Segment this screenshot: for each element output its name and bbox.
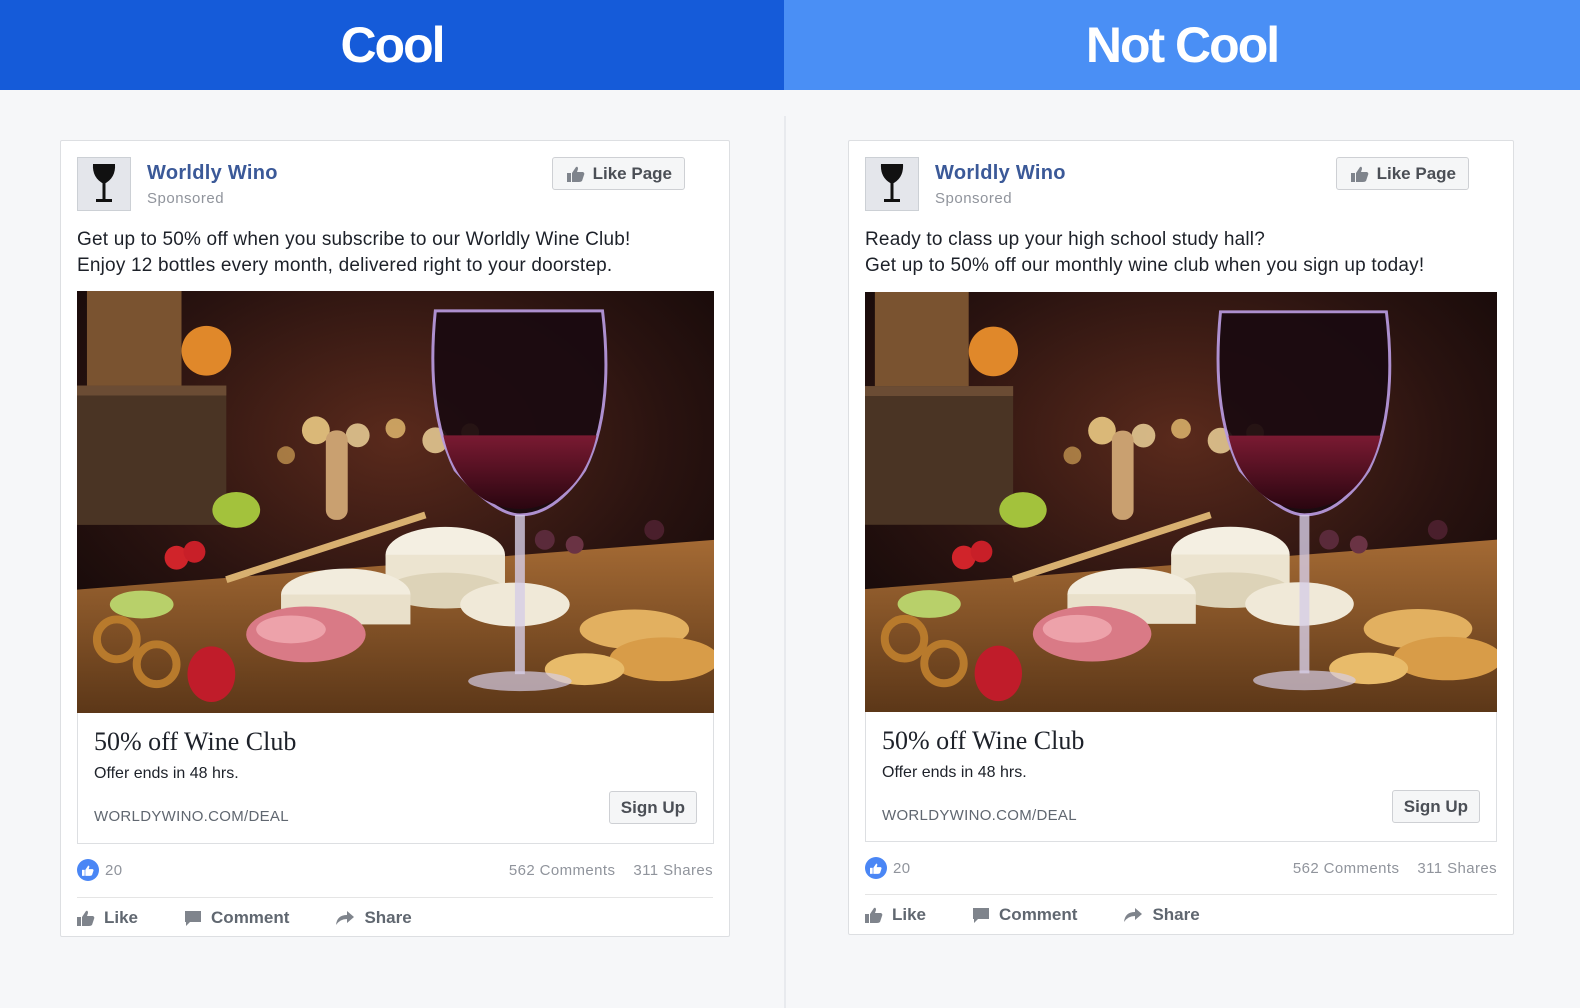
link-preview[interactable]: 50% off Wine Club Offer ends in 48 hrs. … <box>865 712 1497 842</box>
comments-count[interactable]: 562 Comments <box>1293 860 1400 877</box>
link-title: 50% off Wine Club <box>94 727 297 756</box>
sponsored-label: Sponsored <box>147 190 225 207</box>
post-text-line-2: Enjoy 12 bottles every month, delivered … <box>77 255 613 276</box>
ad-image[interactable] <box>77 291 714 713</box>
sign-up-button[interactable]: Sign Up <box>1391 790 1480 823</box>
wine-glass-charcuterie-photo-icon <box>865 292 1497 712</box>
page-avatar[interactable] <box>865 157 919 211</box>
like-page-button[interactable]: Like Page <box>1335 157 1469 190</box>
share-action-label: Share <box>1152 905 1200 924</box>
link-domain: WORLDYWINO.COM/DEAL <box>94 808 289 825</box>
ad-card-not-cool: Worldly Wino Sponsored Like Page Ready t… <box>848 140 1514 935</box>
comment-icon <box>185 910 202 926</box>
thumbs-up-icon <box>77 910 95 926</box>
link-preview[interactable]: 50% off Wine Club Offer ends in 48 hrs. … <box>77 713 714 844</box>
thumbs-up-icon <box>566 166 584 182</box>
wine-glass-icon <box>92 164 116 202</box>
page-name-link[interactable]: Worldly Wino <box>935 162 1066 185</box>
thumbs-up-icon <box>1350 166 1368 182</box>
share-action[interactable]: Share <box>1123 900 1200 930</box>
cool-header-label: Cool <box>340 17 445 73</box>
post-text-line-1: Ready to class up your high school study… <box>865 229 1265 250</box>
post-text: Ready to class up your high school study… <box>865 227 1497 279</box>
share-icon <box>336 911 355 925</box>
ad-image[interactable] <box>865 292 1497 712</box>
post-text: Get up to 50% off when you subscribe to … <box>77 227 713 279</box>
link-description: Offer ends in 48 hrs. <box>94 765 239 782</box>
sponsored-label: Sponsored <box>935 190 1013 207</box>
page-avatar[interactable] <box>77 157 131 211</box>
page-name-link[interactable]: Worldly Wino <box>147 162 278 185</box>
actions-divider <box>77 897 713 898</box>
like-page-button[interactable]: Like Page <box>551 157 685 190</box>
wine-glass-charcuterie-photo-icon <box>77 291 714 713</box>
comment-icon <box>973 907 990 923</box>
like-action-label: Like <box>892 905 927 924</box>
like-action[interactable]: Like <box>77 903 138 933</box>
ad-header: Worldly Wino Sponsored Like Page <box>865 157 1497 213</box>
engagement-stats: 20 562 Comments 311 Shares <box>865 857 1497 881</box>
comments-count[interactable]: 562 Comments <box>509 862 616 879</box>
like-reaction-icon <box>77 859 99 881</box>
like-reaction-icon <box>865 857 887 879</box>
link-description: Offer ends in 48 hrs. <box>882 764 1027 781</box>
sign-up-button[interactable]: Sign Up <box>608 791 697 824</box>
share-icon <box>1124 908 1143 922</box>
comment-action[interactable]: Comment <box>972 900 1077 930</box>
post-text-line-1: Get up to 50% off when you subscribe to … <box>77 229 631 250</box>
reaction-count-label: 20 <box>105 861 123 879</box>
thumbs-up-icon <box>865 907 883 923</box>
reaction-count[interactable]: 20 <box>865 857 911 879</box>
ad-header: Worldly Wino Sponsored Like Page <box>77 157 713 213</box>
like-action[interactable]: Like <box>865 900 926 930</box>
share-action-label: Share <box>364 908 412 927</box>
actions-divider <box>865 894 1497 895</box>
reaction-count[interactable]: 20 <box>77 859 123 881</box>
comment-action[interactable]: Comment <box>184 903 289 933</box>
comment-action-label: Comment <box>211 908 290 927</box>
shares-count[interactable]: 311 Shares <box>633 862 713 879</box>
like-action-label: Like <box>104 908 139 927</box>
engagement-stats: 20 562 Comments 311 Shares <box>77 859 713 883</box>
post-text-line-2: Get up to 50% off our monthly wine club … <box>865 255 1425 276</box>
comment-share-counts: 562 Comments 311 Shares <box>509 862 713 879</box>
column-divider <box>784 116 786 1008</box>
ad-card-cool: Worldly Wino Sponsored Like Page Get up … <box>60 140 730 937</box>
link-domain: WORLDYWINO.COM/DEAL <box>882 807 1077 824</box>
comment-action-label: Comment <box>999 905 1078 924</box>
action-bar: Like Comment Share <box>77 903 713 933</box>
not-cool-header: Not Cool <box>784 0 1580 90</box>
shares-count[interactable]: 311 Shares <box>1417 860 1497 877</box>
wine-glass-icon <box>880 164 904 202</box>
not-cool-header-label: Not Cool <box>1085 17 1280 73</box>
cool-header: Cool <box>0 0 784 90</box>
like-page-label: Like Page <box>592 163 672 183</box>
like-page-label: Like Page <box>1376 163 1456 183</box>
reaction-count-label: 20 <box>893 859 911 877</box>
action-bar: Like Comment Share <box>865 900 1497 930</box>
comment-share-counts: 562 Comments 311 Shares <box>1293 860 1497 877</box>
share-action[interactable]: Share <box>335 903 412 933</box>
link-title: 50% off Wine Club <box>882 726 1085 755</box>
